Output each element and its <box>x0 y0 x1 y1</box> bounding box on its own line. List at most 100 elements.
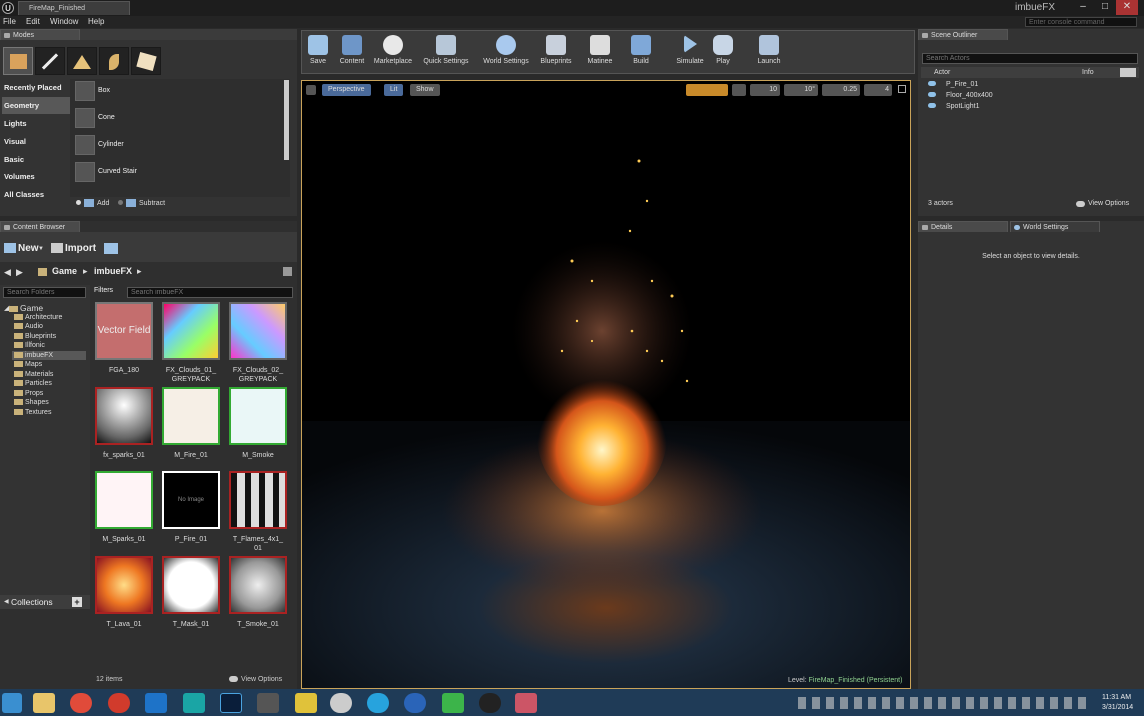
folder-item[interactable]: Blueprints <box>14 333 56 340</box>
tab-world-settings[interactable]: World Settings <box>1010 221 1100 232</box>
foliage-mode-icon[interactable] <box>99 47 129 75</box>
list-item[interactable]: Box <box>72 79 282 105</box>
column-options-dropdown[interactable] <box>1120 68 1136 77</box>
asset-tile[interactable]: M_Fire_01 <box>162 387 220 460</box>
transform-tools[interactable] <box>686 84 728 96</box>
menu-file[interactable]: File <box>3 17 16 26</box>
list-item[interactable]: Cylinder <box>72 133 282 159</box>
asset-tile[interactable]: Vector Field FGA_180 <box>95 302 153 375</box>
viewport-menu-icon[interactable] <box>306 85 316 95</box>
maximize-viewport-icon[interactable] <box>898 85 906 93</box>
blueprints-button[interactable]: Blueprints <box>537 35 575 65</box>
system-tray[interactable] <box>798 697 1088 709</box>
rotation-snap-button[interactable]: 10° <box>784 84 818 96</box>
simulate-button[interactable]: Simulate <box>674 35 706 65</box>
list-item[interactable]: Cone <box>72 106 282 132</box>
save-button[interactable]: Save <box>306 35 330 65</box>
search-actors-input[interactable] <box>922 53 1138 64</box>
tab-details[interactable]: Details <box>918 221 1008 232</box>
category-all-classes[interactable]: All Classes <box>2 186 70 203</box>
breadcrumb-game[interactable]: Game <box>52 266 77 276</box>
folder-item[interactable]: Audio <box>14 323 43 330</box>
menu-help[interactable]: Help <box>88 17 104 26</box>
asset-tile[interactable]: T_Lava_01 <box>95 556 153 629</box>
maya-icon[interactable] <box>183 693 205 713</box>
breadcrumb-imbuefx[interactable]: imbueFX <box>94 266 132 276</box>
level-viewport[interactable]: Perspective Lit Show 10 10° 0.25 4 Level… <box>301 80 911 689</box>
asset-tile[interactable]: T_Mask_01 <box>162 556 220 629</box>
hangouts-icon[interactable] <box>442 693 464 713</box>
category-recently-placed[interactable]: Recently Placed <box>2 79 70 96</box>
scrollbar[interactable] <box>284 80 289 160</box>
column-info[interactable]: Info <box>1082 69 1094 76</box>
unreal-logo-icon[interactable]: U <box>2 2 14 14</box>
outliner-row[interactable]: P_Fire_01 <box>928 81 978 88</box>
visibility-eye-icon[interactable] <box>928 103 936 108</box>
category-visual[interactable]: Visual <box>2 133 70 150</box>
quick-settings-button[interactable]: Quick Settings <box>420 35 472 65</box>
build-button[interactable]: Build <box>628 35 654 65</box>
geometry-mode-icon[interactable] <box>131 47 161 75</box>
asset-tile[interactable]: T_Flames_4x1_ 01 <box>229 471 287 553</box>
play-button[interactable]: Play <box>710 35 736 65</box>
outliner-row[interactable]: SpotLight1 <box>928 103 979 110</box>
category-geometry[interactable]: Geometry <box>2 97 70 114</box>
launch-button[interactable]: Launch <box>754 35 784 65</box>
grid-snap-button[interactable]: 10 <box>750 84 780 96</box>
visibility-eye-icon[interactable] <box>928 92 936 97</box>
column-actor[interactable]: Actor <box>934 69 950 76</box>
asset-tile[interactable]: M_Smoke <box>229 387 287 460</box>
outliner-row[interactable]: Floor_400x400 <box>928 92 993 99</box>
coordinate-space-icon[interactable] <box>732 84 746 96</box>
list-item[interactable]: Curved Stair <box>72 160 282 186</box>
folder-item[interactable]: Illfonic <box>14 342 45 349</box>
lock-icon[interactable] <box>283 267 292 276</box>
skype-icon[interactable] <box>367 693 389 713</box>
content-button[interactable]: Content <box>336 35 368 65</box>
paint-icon[interactable] <box>295 693 317 713</box>
save-all-icon[interactable] <box>104 243 118 254</box>
folder-item[interactable]: Props <box>14 390 43 397</box>
matinee-button[interactable]: Matinee <box>585 35 615 65</box>
scale-snap-button[interactable]: 0.25 <box>822 84 860 96</box>
search-folders-input[interactable] <box>3 287 86 298</box>
folder-item[interactable]: Shapes <box>14 399 49 406</box>
asset-tile[interactable]: fx_sparks_01 <box>95 387 153 460</box>
app-icon[interactable] <box>515 693 537 713</box>
tab-scene-outliner[interactable]: Scene Outliner <box>918 29 1008 40</box>
clock-date[interactable]: 3/31/2014 <box>1102 704 1133 711</box>
visibility-eye-icon[interactable] <box>928 81 936 86</box>
folder-item[interactable]: Architecture <box>14 314 62 321</box>
category-volumes[interactable]: Volumes <box>2 168 70 185</box>
tab-modes[interactable]: Modes <box>0 29 80 40</box>
asset-tile[interactable]: FX_Clouds_02_ GREYPACK <box>229 302 287 384</box>
level-tab[interactable]: FireMap_Finished <box>18 1 130 15</box>
tab-content-browser[interactable]: Content Browser <box>0 221 80 232</box>
add-collection-icon[interactable]: + <box>72 597 82 607</box>
asset-tile[interactable]: No Image P_Fire_01 <box>162 471 220 544</box>
import-button[interactable]: Import <box>65 243 96 254</box>
landscape-mode-icon[interactable] <box>67 47 97 75</box>
close-icon[interactable]: ✕ <box>1116 0 1138 15</box>
unreal-launcher-icon[interactable] <box>404 693 426 713</box>
back-icon[interactable]: ◀ <box>4 267 11 278</box>
folder-item-selected[interactable]: imbueFX <box>14 352 53 359</box>
folder-item[interactable]: Materials <box>14 371 53 378</box>
explorer-icon[interactable] <box>33 693 55 713</box>
lit-button[interactable]: Lit <box>384 84 404 96</box>
app-icon[interactable] <box>257 693 279 713</box>
chrome-icon[interactable] <box>70 693 92 713</box>
outlook-icon[interactable] <box>145 693 167 713</box>
w-app-icon[interactable] <box>330 693 352 713</box>
clock-time[interactable]: 11:31 AM <box>1102 694 1131 701</box>
folder-item[interactable]: Particles <box>14 380 52 387</box>
folder-item[interactable]: Textures <box>14 409 51 416</box>
view-options-button[interactable]: View Options <box>241 676 282 683</box>
world-settings-button[interactable]: World Settings <box>481 35 531 65</box>
folder-item[interactable]: Maps <box>14 361 42 368</box>
place-mode-icon[interactable] <box>3 47 33 75</box>
camera-speed-button[interactable]: 4 <box>864 84 892 96</box>
unreal-editor-icon[interactable] <box>479 693 501 713</box>
console-input[interactable]: Enter console command <box>1025 17 1137 27</box>
marketplace-button[interactable]: Marketplace <box>371 35 415 65</box>
